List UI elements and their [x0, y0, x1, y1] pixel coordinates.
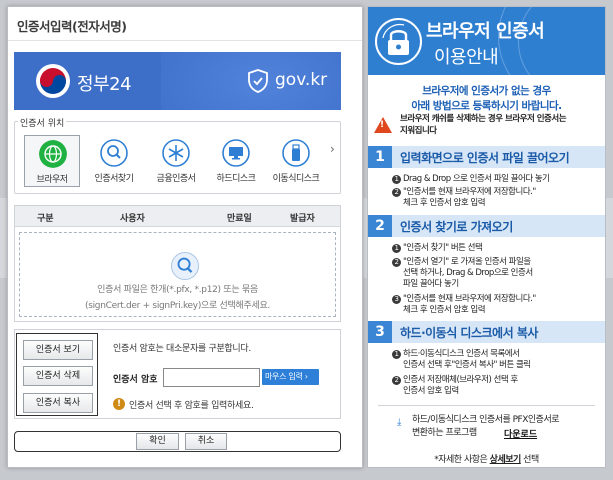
snowflake-icon	[162, 139, 190, 167]
step-2-header: 2 인증서 찾기로 가져오기	[368, 215, 605, 237]
globe-icon	[39, 140, 67, 168]
certificate-button-group: 인증서 보기 인증서 삭제 인증서 복사	[16, 333, 98, 416]
guide-header: 브라우저 인증서 이용안내	[368, 7, 605, 107]
magnifier-icon	[100, 139, 128, 167]
shield-check-icon	[248, 69, 268, 93]
column-issuer: 발급자	[290, 214, 315, 224]
step-1-header: 1 입력화면으로 인증서 파일 끌어오기	[368, 146, 605, 168]
password-label: 인증서 암호	[113, 375, 158, 385]
step-1-title: 입력화면으로 인증서 파일 끌어오기	[400, 151, 570, 165]
password-warning: 인증서 선택 후 암호를 입력하세요.	[129, 401, 254, 411]
warning-icon: !	[113, 398, 125, 410]
search-icon	[171, 252, 199, 280]
empty-message-line2: (signCert.der + signPri.key)으로 선택해주세요.	[84, 301, 270, 311]
step-1-item-2: 2 "인증서를 현재 브라우저에 저장합니다." 체크 후 인증서 암호 입력	[392, 187, 603, 209]
guide-intro: 브라우저에 인증서가 없는 경우 아래 방법으로 등록하시기 바랍니다.	[368, 84, 605, 114]
column-type: 구분	[37, 214, 54, 224]
step-3-item-1: 1 하드·이동식디스크 인증서 목록에서 인증서 선택 후"인증서 복사" 버튼…	[392, 349, 603, 371]
step-1-item-1: 1 Drag & Drop 으로 인증서 파일 끌어다 놓기	[392, 174, 603, 185]
location-financial-cert[interactable]: 금융인증서	[148, 135, 204, 187]
pfx-converter-line1: 하드/이동식디스크 인증서를 PFX인증서로	[412, 415, 560, 425]
step-3-number: 3	[368, 321, 392, 343]
location-financial-cert-label: 금융인증서	[156, 174, 196, 184]
password-case-note: 인증서 암호는 대소문자를 구분합니다.	[113, 344, 251, 354]
location-find-cert-label: 인증서찾기	[94, 174, 134, 184]
step-2-title: 인증서 찾기로 가져오기	[400, 220, 513, 234]
guide-title-line2: 이용안내	[434, 47, 499, 68]
certificate-table: 구분 사용자 만료일 발급자 인증서 파일은 한개(*.pfx, *.p12) …	[14, 205, 341, 322]
table-header: 구분 사용자 만료일 발급자	[15, 206, 340, 227]
step-3-item-2: 2 인증서 저장매체(브라우저) 선택 후 인증서 암호 입력	[392, 375, 603, 397]
location-removable-disk-label: 이동식디스크	[272, 174, 320, 184]
view-certificate-button[interactable]: 인증서 보기	[23, 340, 93, 360]
step-2-item-1: 1 "인증서 찾기" 버튼 선택	[392, 243, 603, 254]
gov24-banner: 정부24 gov.kr	[14, 52, 341, 110]
chevron-right-icon[interactable]: ›	[330, 142, 335, 156]
location-removable-disk[interactable]: 이동식디스크	[268, 135, 324, 187]
location-hard-disk[interactable]: 하드디스크	[208, 135, 264, 187]
domain-text: gov.kr	[275, 70, 328, 90]
location-find-cert[interactable]: 인증서찾기	[86, 135, 142, 187]
step-2-item-2: 2 "인증서 열기" 로 가져올 인증서 파일을 선택 하거나, Drag & …	[392, 257, 603, 290]
ok-button[interactable]: 확인	[136, 433, 179, 450]
cancel-button[interactable]: 취소	[185, 433, 227, 450]
delete-certificate-button[interactable]: 인증서 삭제	[23, 366, 93, 386]
column-user: 사용자	[120, 214, 145, 224]
title-divider	[8, 40, 362, 41]
lock-globe-icon	[375, 18, 422, 65]
taegeuk-logo-icon	[36, 64, 70, 98]
step-2-item-3: 3 "인증서를 현재 브라우저에 저장합니다." 체크 후 인증서 암호 입력	[392, 294, 603, 316]
copy-certificate-button[interactable]: 인증서 복사	[23, 393, 93, 413]
cache-warning: 브라우저 캐쉬를 삭제하는 경우 브라우저 인증서는 지워집니다	[400, 113, 567, 137]
empty-message-line1: 인증서 파일은 한개(*.pfx, *.p12) 또는 묶음	[97, 285, 258, 295]
mouse-input-button[interactable]: 마우스 입력 ›	[262, 369, 319, 385]
empty-message: 인증서 파일은 한개(*.pfx, *.p12) 또는 묶음 (signCert…	[15, 282, 340, 314]
guide-intro-line1: 브라우저에 인증서가 없는 경우	[422, 85, 551, 97]
download-link[interactable]: 다운로드	[504, 427, 537, 440]
download-icon: ⤓	[397, 417, 402, 428]
column-expiry: 만료일	[227, 214, 252, 224]
step-2-number: 2	[368, 215, 392, 237]
detail-link[interactable]: 상세보기	[490, 455, 522, 465]
location-label: 인증서 위치	[18, 116, 67, 129]
password-input[interactable]	[163, 368, 260, 387]
location-browser[interactable]: 브라우저	[24, 135, 80, 187]
location-browser-label: 브라우저	[36, 175, 68, 185]
guide-title-line1: 브라우저 인증서	[426, 21, 545, 42]
location-hard-disk-label: 하드디스크	[216, 174, 256, 184]
usb-icon	[282, 139, 310, 167]
guide-divider	[378, 405, 595, 406]
brand-name: 정부24	[77, 74, 132, 95]
dialog-title: 인증서입력(전자서명)	[17, 19, 127, 34]
guide-intro-line2: 아래 방법으로 등록하시기 바랍니다.	[411, 100, 562, 112]
step-3-title: 하드·이동식 디스크에서 복사	[400, 326, 538, 340]
step-1-number: 1	[368, 146, 392, 168]
cache-warning-line2: 지워집니다	[400, 126, 437, 136]
cache-warning-line1: 브라우저 캐쉬를 삭제하는 경우 브라우저 인증서는	[400, 114, 567, 124]
browser-cert-guide: 브라우저 인증서 이용안내 브라우저에 인증서가 없는 경우 아래 방법으로 등…	[367, 6, 606, 468]
step-3-header: 3 하드·이동식 디스크에서 복사	[368, 321, 605, 343]
monitor-icon	[222, 139, 250, 167]
detail-note: *자세한 사항은 상세보기 선택	[434, 455, 539, 465]
